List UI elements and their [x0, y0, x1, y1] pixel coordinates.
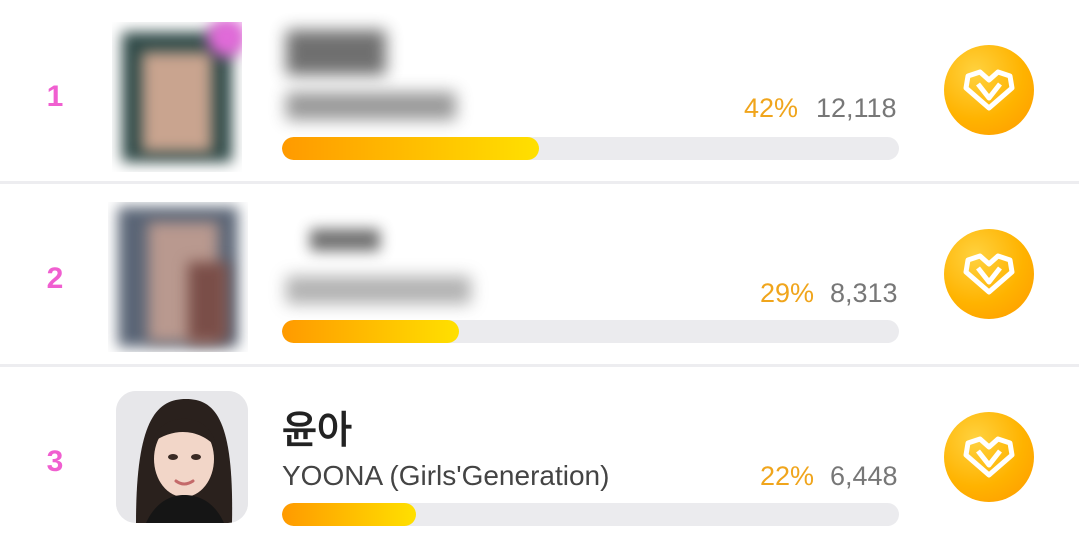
- vote-button[interactable]: [944, 412, 1034, 502]
- heart-gem-vote-icon: [963, 69, 1015, 111]
- artist-photo-blurred: [112, 22, 242, 172]
- rank-number: 2: [46, 262, 64, 295]
- artist-group-blurred: [286, 92, 456, 120]
- vote-count: 12,118: [816, 93, 897, 123]
- artist-name-blurred: [286, 30, 386, 75]
- rank-number: 3: [46, 445, 64, 478]
- vote-percent: 22%: [760, 461, 815, 491]
- artist-photo: [116, 391, 248, 523]
- artist-group-blurred: [286, 276, 471, 304]
- vote-progress-fill: [282, 137, 539, 160]
- ranking-row-1[interactable]: 1 42% 12,118: [0, 0, 1079, 180]
- vote-button[interactable]: [944, 229, 1034, 319]
- rank-number: 1: [46, 80, 64, 113]
- ranking-row-2[interactable]: 2 29% 8,313: [0, 184, 1079, 364]
- vote-percent: 42%: [744, 93, 799, 123]
- vote-button[interactable]: [944, 45, 1034, 135]
- heart-gem-vote-icon: [963, 436, 1015, 478]
- vote-progress-bar: [282, 503, 899, 526]
- ranking-row-3[interactable]: 3 윤아 YOONA (Girls'Generation) 22% 6,448: [0, 367, 1079, 547]
- artist-name-blurred: [310, 229, 380, 251]
- vote-progress-fill: [282, 503, 417, 526]
- artist-photo-blurred: [108, 202, 248, 352]
- artist-name: 윤아: [282, 410, 352, 452]
- vote-count: 6,448: [830, 461, 898, 491]
- vote-progress-fill: [282, 320, 460, 343]
- vote-progress-bar: [282, 137, 899, 160]
- portrait-illustration: [116, 391, 248, 523]
- vote-count: 8,313: [830, 278, 898, 308]
- vote-percent: 29%: [760, 278, 815, 308]
- artist-group: YOONA (Girls'Generation): [282, 460, 610, 491]
- vote-progress-bar: [282, 320, 899, 343]
- heart-gem-vote-icon: [963, 253, 1015, 295]
